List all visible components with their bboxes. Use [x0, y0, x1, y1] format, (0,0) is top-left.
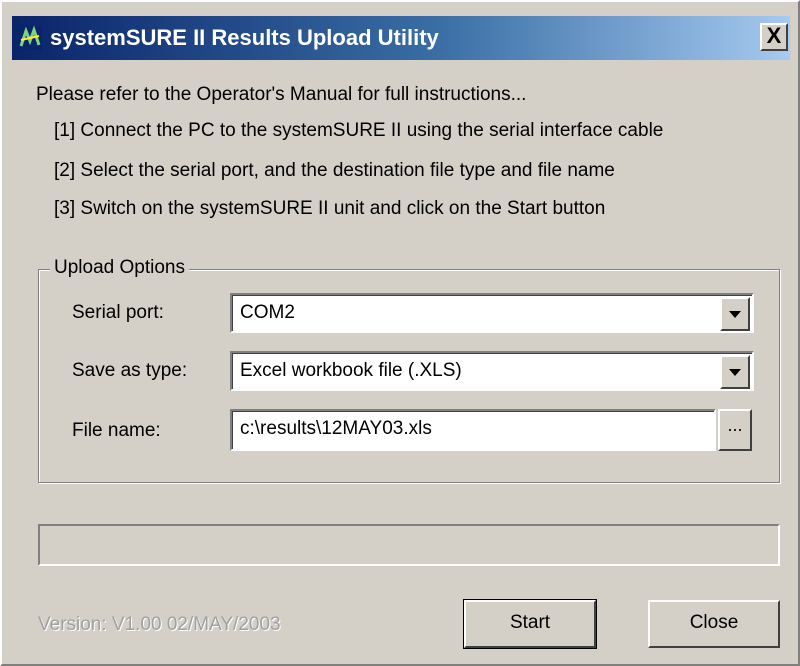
browse-button[interactable]: ...: [718, 409, 752, 451]
save-as-type-value: Excel workbook file (.XLS): [240, 360, 462, 381]
file-name-label: File name:: [72, 420, 161, 441]
chevron-down-icon[interactable]: [720, 297, 750, 331]
file-name-input[interactable]: c:\results\12MAY03.xls: [230, 409, 716, 451]
serial-port-value: COM2: [240, 302, 295, 323]
ellipsis-icon: ...: [727, 415, 743, 435]
instruction-step-2: [2] Select the serial port, and the dest…: [54, 160, 615, 181]
chevron-down-icon[interactable]: [720, 355, 750, 389]
window-title: systemSURE II Results Upload Utility: [50, 25, 439, 50]
upload-utility-window: systemSURE II Results Upload Utility X P…: [0, 0, 800, 666]
close-icon: X: [766, 23, 782, 48]
save-as-type-label: Save as type:: [72, 360, 188, 381]
version-label: Version: V1.00 02/MAY/2003: [38, 614, 281, 635]
save-as-type-select[interactable]: Excel workbook file (.XLS): [230, 351, 754, 391]
serial-port-label: Serial port:: [72, 302, 164, 323]
close-button[interactable]: Close: [648, 600, 780, 648]
title-bar[interactable]: systemSURE II Results Upload Utility X: [12, 16, 790, 60]
start-button[interactable]: Start: [464, 600, 596, 648]
serial-port-select[interactable]: COM2: [230, 293, 754, 333]
instruction-step-3: [3] Switch on the systemSURE II unit and…: [54, 198, 606, 219]
close-button-label: Close: [689, 612, 739, 633]
close-window-button[interactable]: X: [760, 23, 788, 51]
app-logo-icon: [18, 25, 42, 50]
instructions-intro: Please refer to the Operator's Manual fo…: [36, 84, 527, 105]
upload-progress-bar: [38, 524, 780, 566]
instruction-step-1: [1] Connect the PC to the systemSURE II …: [54, 120, 664, 141]
upload-options-legend: Upload Options: [50, 257, 189, 279]
file-name-value: c:\results\12MAY03.xls: [240, 418, 432, 439]
start-button-label: Start: [509, 612, 551, 633]
